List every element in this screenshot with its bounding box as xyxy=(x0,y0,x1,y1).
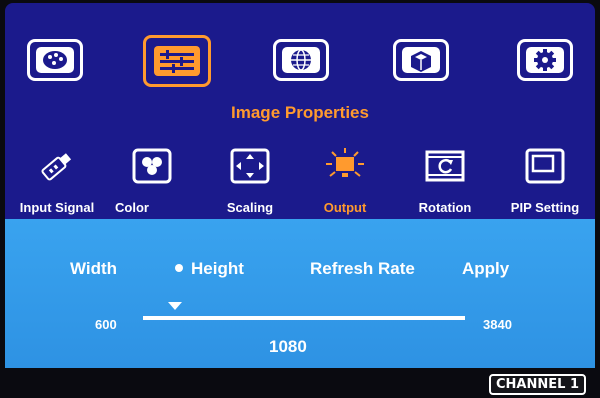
menu-title: Image Properties xyxy=(231,103,369,122)
slider-current-value: 1080 xyxy=(269,337,307,356)
rotation-icon xyxy=(425,150,465,182)
channel-badge: CHANNEL 1 xyxy=(489,374,586,395)
menu-item-label: Color xyxy=(115,200,149,215)
top-menu-bar xyxy=(5,3,595,98)
menu-item-label: PIP Setting xyxy=(510,200,580,215)
menu-item-label: Scaling xyxy=(226,200,274,215)
osd-menu: Image Properties Input Signal Color Scal… xyxy=(5,3,595,368)
menu-item-output[interactable]: Output xyxy=(295,148,395,223)
option-apply[interactable]: Apply xyxy=(462,259,509,279)
globe-icon[interactable] xyxy=(273,39,329,81)
slider-min-value: 600 xyxy=(95,317,117,332)
usb-plug-icon xyxy=(41,153,72,181)
menu-item-scaling[interactable]: Scaling xyxy=(200,148,300,223)
3d-cube-icon[interactable] xyxy=(393,39,449,81)
menu-item-color[interactable]: Color xyxy=(102,148,202,223)
option-height-label: Height xyxy=(191,259,244,278)
gear-icon[interactable] xyxy=(517,39,573,81)
option-height[interactable]: Height xyxy=(175,259,244,279)
menu-item-pip-setting[interactable]: PIP Setting xyxy=(495,148,595,223)
monitor-output-icon xyxy=(326,148,364,177)
output-settings-panel: Width Height Refresh Rate Apply 600 3840… xyxy=(5,219,595,368)
image-properties-icon[interactable] xyxy=(143,35,211,87)
option-refresh-rate[interactable]: Refresh Rate xyxy=(310,259,415,279)
slider-thumb-icon[interactable] xyxy=(168,302,183,310)
pip-window-icon xyxy=(525,148,565,184)
menu-item-rotation[interactable]: Rotation xyxy=(395,148,495,223)
scaling-arrows-icon xyxy=(230,148,270,184)
slider-max-value: 3840 xyxy=(483,317,512,332)
menu-item-label: Rotation xyxy=(418,200,472,215)
palette-icon[interactable] xyxy=(27,39,83,81)
color-circles-icon xyxy=(132,148,172,184)
menu-item-label: Output xyxy=(323,200,367,215)
selected-bullet-icon xyxy=(175,263,183,272)
option-width[interactable]: Width xyxy=(70,259,117,279)
value-slider-track[interactable] xyxy=(143,316,465,320)
